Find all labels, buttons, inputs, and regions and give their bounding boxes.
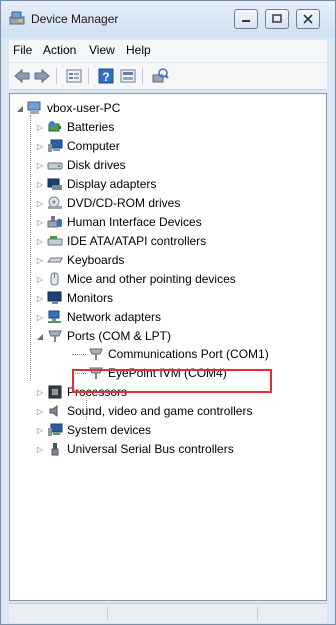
computer-icon [47, 139, 63, 153]
tree-item-batteries[interactable]: ▷ Batteries [35, 118, 114, 136]
tree-item-disk-drives[interactable]: ▷ Disk drives [35, 156, 126, 174]
minimize-button[interactable] [234, 9, 258, 29]
hid-icon [47, 215, 63, 229]
status-bar-divider [257, 607, 258, 620]
system-device-icon [47, 423, 63, 437]
maximize-icon [272, 14, 282, 23]
expand-arrow-icon[interactable]: ▷ [35, 236, 45, 246]
sound-icon [47, 404, 63, 418]
tree-item-keyboards[interactable]: ▷ Keyboards [35, 251, 124, 269]
tree-connector [72, 354, 86, 355]
expand-arrow-icon[interactable]: ▷ [35, 425, 45, 435]
status-bar [9, 603, 327, 623]
tree-item-ports[interactable]: ◢ Ports (COM & LPT) [35, 327, 171, 345]
forward-icon[interactable] [33, 67, 51, 85]
toolbar-separator [88, 68, 89, 84]
monitor-icon [47, 291, 63, 305]
collapse-arrow-icon[interactable]: ◢ [15, 103, 25, 113]
mouse-icon [47, 272, 63, 286]
properties-icon[interactable] [65, 67, 83, 85]
tree-connector [30, 115, 31, 381]
view-icon[interactable] [119, 67, 137, 85]
expand-arrow-icon[interactable]: ▷ [35, 198, 45, 208]
svg-text:?: ? [102, 70, 109, 84]
processor-icon [47, 385, 63, 399]
menu-view[interactable]: View [89, 43, 115, 57]
device-tree: ◢ vbox-user-PC ▷ Batteries ▷ Computer ▷ … [9, 93, 327, 601]
expand-arrow-icon[interactable]: ▷ [35, 160, 45, 170]
device-manager-app-icon [9, 11, 25, 25]
expand-arrow-icon[interactable]: ▷ [35, 293, 45, 303]
tree-root-label: vbox-user-PC [47, 101, 121, 115]
status-bar-divider [107, 607, 108, 620]
tree-item-display-adapters[interactable]: ▷ Display adapters [35, 175, 156, 193]
expand-arrow-icon[interactable]: ▷ [35, 255, 45, 265]
tree-item-mice[interactable]: ▷ Mice and other pointing devices [35, 270, 236, 288]
port-icon [88, 347, 104, 361]
tree-item-usb[interactable]: ▷ Universal Serial Bus controllers [35, 440, 234, 458]
help-icon[interactable]: ? [97, 67, 115, 85]
eyepoint-highlight-box [72, 369, 272, 393]
dvd-drive-icon [47, 196, 63, 210]
expand-arrow-icon[interactable]: ▷ [35, 122, 45, 132]
collapse-arrow-icon[interactable]: ◢ [35, 331, 45, 341]
tree-item-ide-controllers[interactable]: ▷ IDE ATA/ATAPI controllers [35, 232, 206, 250]
expand-arrow-icon[interactable]: ▷ [35, 406, 45, 416]
expand-arrow-icon[interactable]: ▷ [35, 179, 45, 189]
battery-icon [47, 120, 63, 134]
network-adapter-icon [47, 310, 63, 324]
expand-arrow-icon[interactable]: ▷ [35, 141, 45, 151]
menu-bar: File Action View Help [9, 40, 327, 62]
menu-action[interactable]: Action [43, 43, 76, 57]
disk-drive-icon [47, 158, 63, 172]
menu-file[interactable]: File [13, 43, 32, 57]
toolbar-separator [142, 68, 143, 84]
tree-item-sound[interactable]: ▷ Sound, video and game controllers [35, 402, 253, 420]
back-icon[interactable] [13, 67, 31, 85]
tree-item-dvd-drives[interactable]: ▷ DVD/CD-ROM drives [35, 194, 180, 212]
close-button[interactable] [296, 9, 320, 29]
usb-icon [47, 442, 63, 456]
expand-arrow-icon[interactable]: ▷ [35, 312, 45, 322]
menu-help[interactable]: Help [126, 43, 151, 57]
title-bar[interactable]: Device Manager [1, 1, 335, 37]
expand-arrow-icon[interactable]: ▷ [35, 274, 45, 284]
expand-arrow-icon[interactable]: ▷ [35, 387, 45, 397]
expand-arrow-icon[interactable]: ▷ [35, 217, 45, 227]
device-manager-window: Device Manager File Action View Help ? ◢… [0, 0, 336, 625]
minimize-icon [242, 20, 250, 22]
scan-hardware-icon[interactable] [151, 67, 169, 85]
close-icon [303, 14, 313, 24]
toolbar: ? [9, 63, 327, 90]
tree-item-system-devices[interactable]: ▷ System devices [35, 421, 151, 439]
window-title: Device Manager [31, 12, 119, 26]
maximize-button[interactable] [265, 9, 289, 29]
computer-icon [27, 101, 43, 115]
tree-item-network-adapters[interactable]: ▷ Network adapters [35, 308, 161, 326]
tree-item-monitors[interactable]: ▷ Monitors [35, 289, 113, 307]
expand-arrow-icon[interactable]: ▷ [35, 444, 45, 454]
toolbar-separator [56, 68, 57, 84]
display-adapter-icon [47, 177, 63, 191]
tree-item-computer[interactable]: ▷ Computer [35, 137, 120, 155]
port-icon [47, 329, 63, 343]
tree-item-hid[interactable]: ▷ Human Interface Devices [35, 213, 202, 231]
ide-controller-icon [47, 234, 63, 248]
tree-root[interactable]: ◢ vbox-user-PC [15, 99, 120, 117]
tree-item-com1[interactable]: Communications Port (COM1) [88, 345, 269, 363]
keyboard-icon [47, 253, 63, 267]
